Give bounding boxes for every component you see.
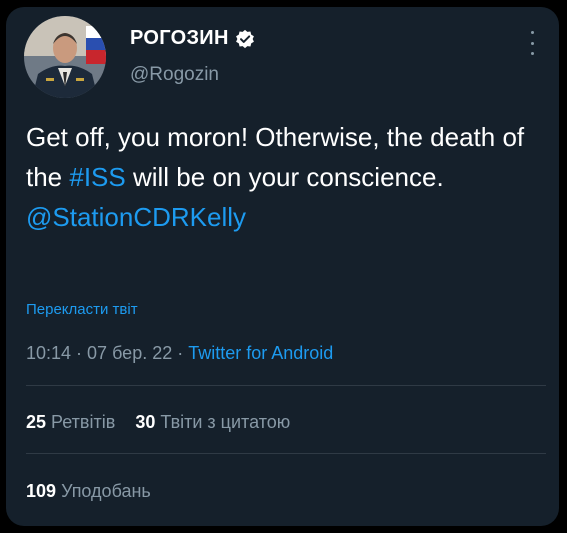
tweet-date[interactable]: 07 бер. 22 [87, 343, 172, 363]
retweets-count: 25 [26, 412, 47, 432]
meta-separator: · [71, 343, 88, 363]
likes-stat[interactable]: 109 Уподобань [26, 481, 151, 501]
more-options-button[interactable] [525, 31, 539, 55]
likes-count: 109 [26, 481, 57, 501]
tweet-source-link[interactable]: Twitter for Android [188, 343, 333, 363]
divider [26, 453, 546, 454]
likes-stats: 109 Уподобань [26, 481, 151, 502]
retweets-label: Ретвітів [51, 412, 116, 432]
mention-link[interactable]: @StationCDRKelly [26, 202, 246, 232]
quotes-label: Твіти з цитатою [160, 412, 291, 432]
tweet-meta: 10:14 · 07 бер. 22 · Twitter for Android [26, 343, 333, 364]
divider [26, 385, 546, 386]
verified-badge-icon [235, 29, 254, 48]
author-display-name[interactable]: РОГОЗИН [130, 27, 229, 50]
more-vertical-icon [530, 31, 534, 34]
author-name-row[interactable]: РОГОЗИН [130, 27, 255, 50]
meta-separator-2: · [172, 343, 189, 363]
quotes-count: 30 [135, 412, 156, 432]
translate-tweet-link[interactable]: Перекласти твіт [26, 301, 138, 318]
tweet-time[interactable]: 10:14 [26, 343, 71, 363]
tweet-card: РОГОЗИН @Rogozin Get off, you moron! Oth… [6, 7, 559, 526]
tweet-text-part2: will be on your conscience. [125, 162, 444, 192]
tweet-text: Get off, you moron! Otherwise, the death… [26, 117, 546, 237]
hashtag-link[interactable]: #ISS [69, 162, 125, 192]
avatar[interactable] [24, 16, 106, 98]
retweets-stat[interactable]: 25 Ретвітів [26, 412, 115, 432]
author-handle[interactable]: @Rogozin [130, 64, 219, 86]
quotes-stat[interactable]: 30 Твіти з цитатою [135, 412, 290, 432]
retweet-quote-stats: 25 Ретвітів 30 Твіти з цитатою [26, 412, 290, 433]
likes-label: Уподобань [61, 481, 151, 501]
